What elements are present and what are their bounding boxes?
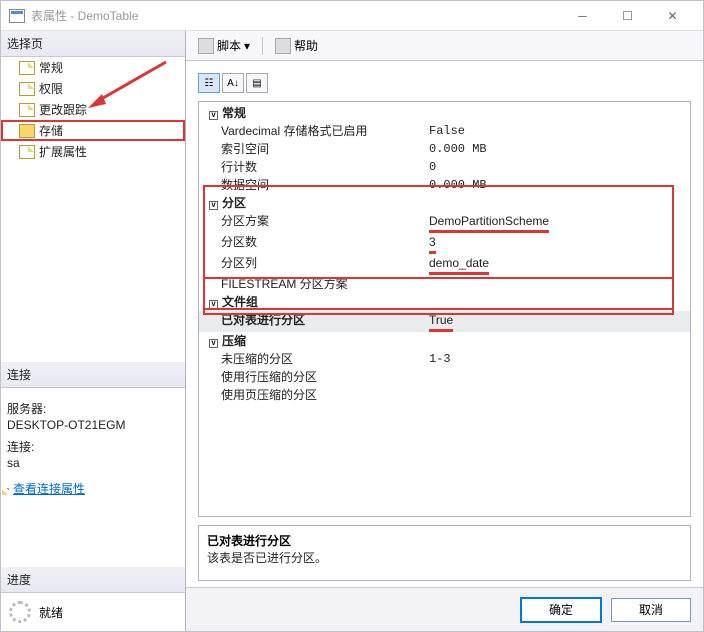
- minimize-button[interactable]: ─: [560, 1, 605, 31]
- table-properties-dialog: 表属性 - DemoTable ─ ☐ ✕ 选择页 常规 权限 更改跟踪 存储 …: [0, 0, 704, 632]
- property-value: [429, 386, 690, 404]
- page-item-permissions[interactable]: 权限: [1, 78, 185, 99]
- table-icon: [9, 9, 25, 23]
- property-row[interactable]: 未压缩的分区1-3: [199, 350, 690, 368]
- category-label: 常规: [222, 104, 690, 122]
- link-icon: [7, 488, 9, 490]
- ready-label: 就绪: [39, 604, 63, 621]
- property-name: 分区列: [199, 254, 429, 275]
- property-value: 0.000 MB: [429, 140, 690, 158]
- page-icon: [19, 103, 35, 117]
- page-icon: [19, 82, 35, 96]
- connection-info: 服务器: DESKTOP-OT21EGM 连接: sa 查看连接属性: [1, 388, 185, 507]
- propertygrid-toolbar: ☷ A↓ ▤: [198, 73, 691, 93]
- description-pane: 已对表进行分区 该表是否已进行分区。: [198, 525, 691, 581]
- property-row[interactable]: 分区列demo_date: [199, 254, 690, 275]
- collapse-icon[interactable]: v: [209, 339, 218, 348]
- alphabetical-button[interactable]: A↓: [222, 73, 244, 93]
- property-value: 3: [429, 233, 690, 254]
- progress-header: 进度: [1, 567, 185, 593]
- property-value: 1-3: [429, 350, 690, 368]
- collapse-icon[interactable]: v: [209, 201, 218, 210]
- content-toolbar: 脚本 ▾ 帮助: [186, 31, 703, 61]
- property-grid: v 常规Vardecimal 存储格式已启用False索引空间0.000 MB行计…: [198, 101, 691, 517]
- view-connection-properties-link[interactable]: 查看连接属性: [13, 480, 85, 497]
- property-name: 索引空间: [199, 140, 429, 158]
- property-row[interactable]: FILESTREAM 分区方案: [199, 275, 690, 293]
- property-name: 使用行压缩的分区: [199, 368, 429, 386]
- spinner-icon: [9, 601, 31, 623]
- right-panel: 脚本 ▾ 帮助 ☷ A↓ ▤ v 常规Vardecimal 存储格式已启用Fals…: [186, 31, 703, 631]
- page-icon: [19, 145, 35, 159]
- folder-icon: [19, 124, 35, 138]
- category-row[interactable]: v 分区: [199, 194, 690, 212]
- help-icon: [275, 38, 291, 54]
- property-row[interactable]: 数据空间0.000 MB: [199, 176, 690, 194]
- script-button[interactable]: 脚本 ▾: [194, 35, 254, 56]
- property-name: 分区数: [199, 233, 429, 254]
- property-value: True: [429, 311, 690, 332]
- property-value: False: [429, 122, 690, 140]
- help-button[interactable]: 帮助: [271, 35, 322, 56]
- collapse-icon[interactable]: v: [209, 111, 218, 120]
- property-name: 数据空间: [199, 176, 429, 194]
- page-item-change-tracking[interactable]: 更改跟踪: [1, 99, 185, 120]
- description-body: 该表是否已进行分区。: [207, 549, 682, 566]
- connection-header: 连接: [1, 362, 185, 388]
- window-title: 表属性 - DemoTable: [31, 7, 560, 24]
- dialog-footer: 确定 取消: [186, 587, 703, 631]
- property-row[interactable]: Vardecimal 存储格式已启用False: [199, 122, 690, 140]
- property-value: demo_date: [429, 254, 690, 275]
- page-item-storage[interactable]: 存储: [1, 120, 185, 141]
- property-name: 已对表进行分区: [199, 311, 429, 332]
- property-row[interactable]: 索引空间0.000 MB: [199, 140, 690, 158]
- property-row[interactable]: 分区数3: [199, 233, 690, 254]
- property-row[interactable]: 使用页压缩的分区: [199, 386, 690, 404]
- description-title: 已对表进行分区: [207, 532, 682, 549]
- property-row[interactable]: 使用行压缩的分区: [199, 368, 690, 386]
- server-value: DESKTOP-OT21EGM: [7, 418, 179, 432]
- property-value: [429, 368, 690, 386]
- server-label: 服务器:: [7, 400, 179, 417]
- category-row[interactable]: v 压缩: [199, 332, 690, 350]
- script-icon: [198, 38, 214, 54]
- property-value: 0.000 MB: [429, 176, 690, 194]
- category-row[interactable]: v 文件组: [199, 293, 690, 311]
- page-icon: [19, 61, 35, 75]
- page-item-general[interactable]: 常规: [1, 57, 185, 78]
- property-row[interactable]: 行计数0: [199, 158, 690, 176]
- property-value: DemoPartitionScheme: [429, 212, 690, 233]
- ok-button[interactable]: 确定: [521, 598, 601, 622]
- cancel-button[interactable]: 取消: [611, 598, 691, 622]
- properties-button[interactable]: ▤: [246, 73, 268, 93]
- property-row[interactable]: 已对表进行分区True: [199, 311, 690, 332]
- page-item-extended-properties[interactable]: 扩展属性: [1, 141, 185, 162]
- close-button[interactable]: ✕: [650, 1, 695, 31]
- property-value: [429, 275, 690, 293]
- property-value: 0: [429, 158, 690, 176]
- collapse-icon[interactable]: v: [209, 300, 218, 309]
- chevron-down-icon: ▾: [244, 39, 250, 53]
- property-name: 未压缩的分区: [199, 350, 429, 368]
- page-list: 常规 权限 更改跟踪 存储 扩展属性: [1, 57, 185, 162]
- category-label: 分区: [222, 194, 690, 212]
- property-name: 使用页压缩的分区: [199, 386, 429, 404]
- progress-area: 就绪: [1, 593, 185, 631]
- property-name: 分区方案: [199, 212, 429, 233]
- connection-label: 连接:: [7, 438, 179, 455]
- select-page-header: 选择页: [1, 31, 185, 57]
- connection-value: sa: [7, 456, 179, 470]
- titlebar: 表属性 - DemoTable ─ ☐ ✕: [1, 1, 703, 31]
- category-label: 文件组: [222, 293, 690, 311]
- maximize-button[interactable]: ☐: [605, 1, 650, 31]
- property-name: Vardecimal 存储格式已启用: [199, 122, 429, 140]
- categorized-button[interactable]: ☷: [198, 73, 220, 93]
- category-label: 压缩: [222, 332, 690, 350]
- property-row[interactable]: 分区方案DemoPartitionScheme: [199, 212, 690, 233]
- property-name: FILESTREAM 分区方案: [199, 275, 429, 293]
- property-name: 行计数: [199, 158, 429, 176]
- left-panel: 选择页 常规 权限 更改跟踪 存储 扩展属性 连接 服务器: DESKTOP-O…: [1, 31, 186, 631]
- category-row[interactable]: v 常规: [199, 104, 690, 122]
